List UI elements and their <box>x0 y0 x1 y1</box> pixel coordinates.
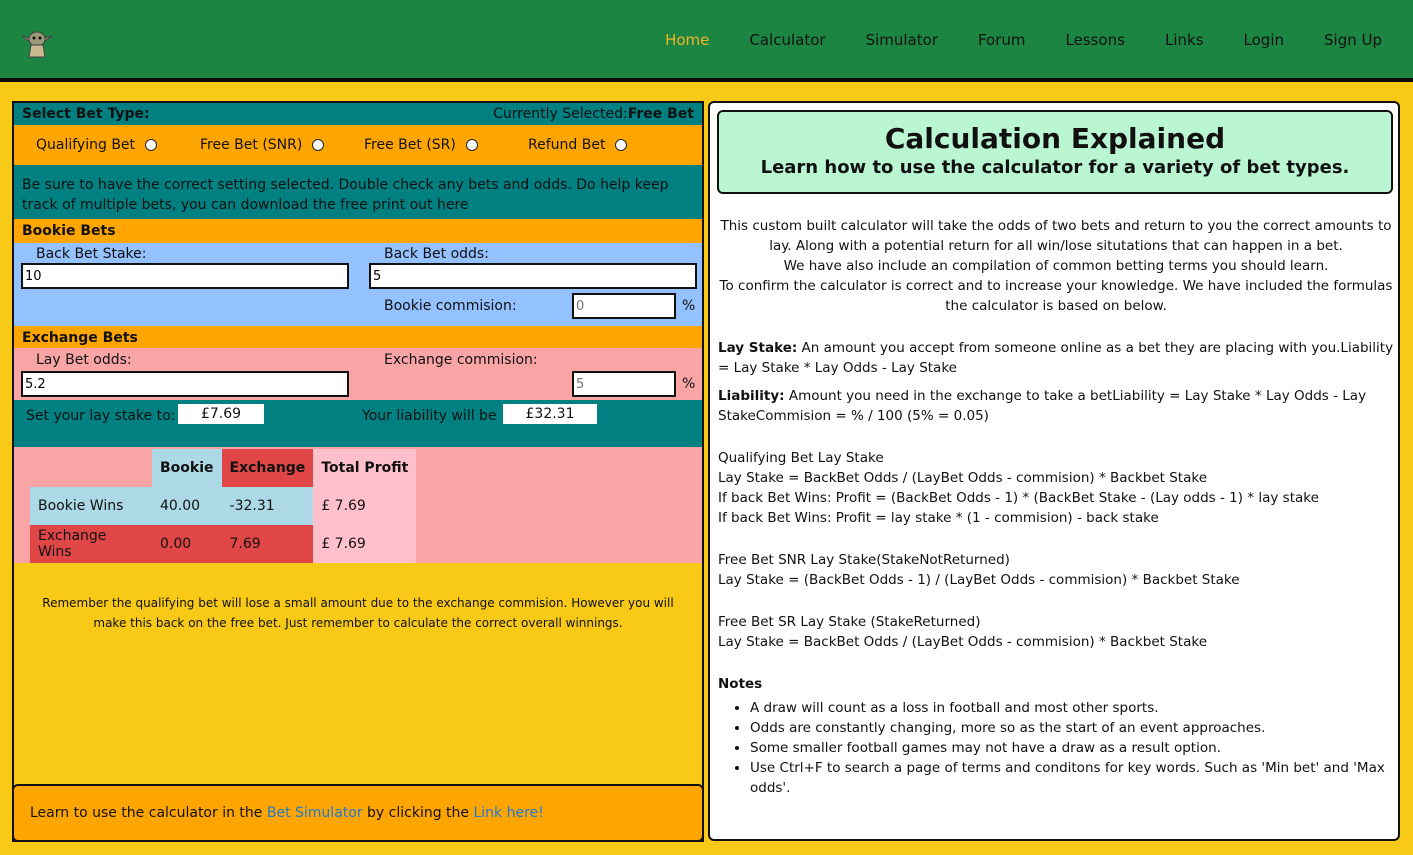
nav-simulator[interactable]: Simulator <box>866 31 938 49</box>
table-header-total-profit: Total Profit <box>313 449 417 487</box>
select-bet-type-label: Select Bet Type: <box>22 106 150 122</box>
bet-type-options: Qualifying Bet Free Bet (SNR) Free Bet (… <box>14 125 702 165</box>
option-refund-bet[interactable]: Refund Bet <box>528 137 628 153</box>
nav-home[interactable]: Home <box>665 31 709 49</box>
profit-table: Bookie Exchange Total Profit Bookie Wins… <box>30 449 417 563</box>
list-item: A draw will count as a loss in football … <box>750 698 1394 718</box>
liability-result-value: £32.31 <box>503 404 597 424</box>
yoda-logo-icon[interactable] <box>20 24 54 58</box>
qualifying-note: Remember the qualifying bet will lose a … <box>42 596 674 630</box>
table-row: Bookie Wins 40.00 -32.31 £ 7.69 <box>30 487 417 525</box>
snr-formulas: Free Bet SNR Lay Stake(StakeNotReturned)… <box>718 552 1240 588</box>
list-item: Use Ctrl+F to search a page of terms and… <box>750 758 1394 798</box>
nav-forum[interactable]: Forum <box>978 31 1026 49</box>
lay-stake-result-value: £7.69 <box>178 404 264 424</box>
back-stake-label: Back Bet Stake: <box>36 246 147 262</box>
nav-lessons[interactable]: Lessons <box>1066 31 1125 49</box>
table-header-bookie: Bookie <box>152 449 222 487</box>
bet-simulator-link[interactable]: Bet Simulator <box>267 805 363 821</box>
lay-odds-label: Lay Bet odds: <box>36 352 132 368</box>
explanation-title: Calculation Explained <box>884 122 1226 155</box>
result-section: Set your lay stake to: £7.69 Your liabil… <box>14 400 702 447</box>
lay-stake-result-label: Set your lay stake to: <box>26 408 176 424</box>
radio-qualifying-bet[interactable] <box>145 139 158 151</box>
nav-links[interactable]: Links <box>1165 31 1204 49</box>
explanation-panel: Calculation Explained Learn how to use t… <box>708 101 1400 841</box>
explanation-subtitle: Learn how to use the calculator for a va… <box>760 157 1350 178</box>
table-cell: 7.69 <box>221 525 314 563</box>
radio-free-bet-sr[interactable] <box>465 139 478 151</box>
intro-text: This custom built calculator will take t… <box>719 218 1393 314</box>
lay-stake-definition: Lay Stake: An amount you accept from som… <box>718 340 1394 376</box>
table-cell: Bookie Wins <box>30 487 152 525</box>
option-qualifying-bet[interactable]: Qualifying Bet <box>36 137 158 153</box>
bookie-bets-header: Bookie Bets <box>14 219 702 243</box>
back-odds-label: Back Bet odds: <box>384 246 489 262</box>
list-item: Some smaller football games may not have… <box>750 738 1394 758</box>
bet-type-header: Select Bet Type: Currently Selected:Free… <box>14 103 702 125</box>
link-here[interactable]: Link here! <box>473 805 543 821</box>
bookie-commission-label: Bookie commision: <box>384 298 517 314</box>
option-free-bet-snr[interactable]: Free Bet (SNR) <box>200 137 325 153</box>
notes-section: Notes A draw will count as a loss in foo… <box>718 674 1394 798</box>
lay-odds-input[interactable] <box>21 371 349 397</box>
table-header-exchange: Exchange <box>221 449 314 487</box>
table-cell: Exchange Wins <box>30 525 152 563</box>
profit-table-section: Bookie Exchange Total Profit Bookie Wins… <box>14 447 702 563</box>
calculator-panel: Select Bet Type: Currently Selected:Free… <box>12 101 704 842</box>
footer-text: Learn to use the calculator in the Bet S… <box>30 805 544 821</box>
info-text: Be sure to have the correct setting sele… <box>14 165 702 219</box>
current-selection-value: Free Bet <box>627 106 694 122</box>
option-free-bet-sr[interactable]: Free Bet (SR) <box>364 137 478 153</box>
radio-free-bet-snr[interactable] <box>312 139 325 151</box>
notes-list: A draw will count as a loss in football … <box>718 698 1394 798</box>
table-row: Exchange Wins 0.00 7.69 £ 7.69 <box>30 525 417 563</box>
explanation-body: This custom built calculator will take t… <box>718 216 1394 798</box>
exchange-commission-percent: % <box>682 376 696 392</box>
table-cell: 40.00 <box>152 487 222 525</box>
explanation-header: Calculation Explained Learn how to use t… <box>717 110 1393 194</box>
liability-definition: Liability: Amount you need in the exchan… <box>718 388 1367 424</box>
table-cell: -32.31 <box>221 487 314 525</box>
bookie-commission-input[interactable] <box>572 293 676 319</box>
exchange-commission-label: Exchange commision: <box>384 352 538 368</box>
current-selection: Currently Selected:Free Bet <box>493 106 694 122</box>
nav-signup[interactable]: Sign Up <box>1324 31 1382 49</box>
table-cell: 0.00 <box>152 525 222 563</box>
simulator-footer: Learn to use the calculator in the Bet S… <box>12 784 704 842</box>
bookie-bets-section: Back Bet Stake: Back Bet odds: Bookie co… <box>14 243 702 326</box>
qualifying-formulas: Qualifying Bet Lay Stake Lay Stake = Bac… <box>718 450 1319 526</box>
bookie-commission-percent: % <box>682 298 696 314</box>
table-cell: £ 7.69 <box>313 525 417 563</box>
top-navbar: Home Calculator Simulator Forum Lessons … <box>0 0 1413 82</box>
list-item: Odds are constantly changing, more so as… <box>750 718 1394 738</box>
back-odds-input[interactable] <box>369 263 697 289</box>
radio-refund-bet[interactable] <box>615 139 628 151</box>
sr-formulas: Free Bet SR Lay Stake (StakeReturned) La… <box>718 614 1207 650</box>
notes-heading: Notes <box>718 676 763 692</box>
exchange-bets-section: Lay Bet odds: Exchange commision: % <box>14 348 702 400</box>
table-header-row: Bookie Exchange Total Profit <box>30 449 417 487</box>
nav-login[interactable]: Login <box>1244 31 1284 49</box>
exchange-bets-header: Exchange Bets <box>14 326 702 348</box>
back-stake-input[interactable] <box>21 263 349 289</box>
nav-calculator[interactable]: Calculator <box>749 31 825 49</box>
table-cell: £ 7.69 <box>313 487 417 525</box>
exchange-commission-input[interactable] <box>572 371 676 397</box>
table-header-blank <box>30 449 152 487</box>
liability-result-label: Your liability will be <box>362 408 497 424</box>
